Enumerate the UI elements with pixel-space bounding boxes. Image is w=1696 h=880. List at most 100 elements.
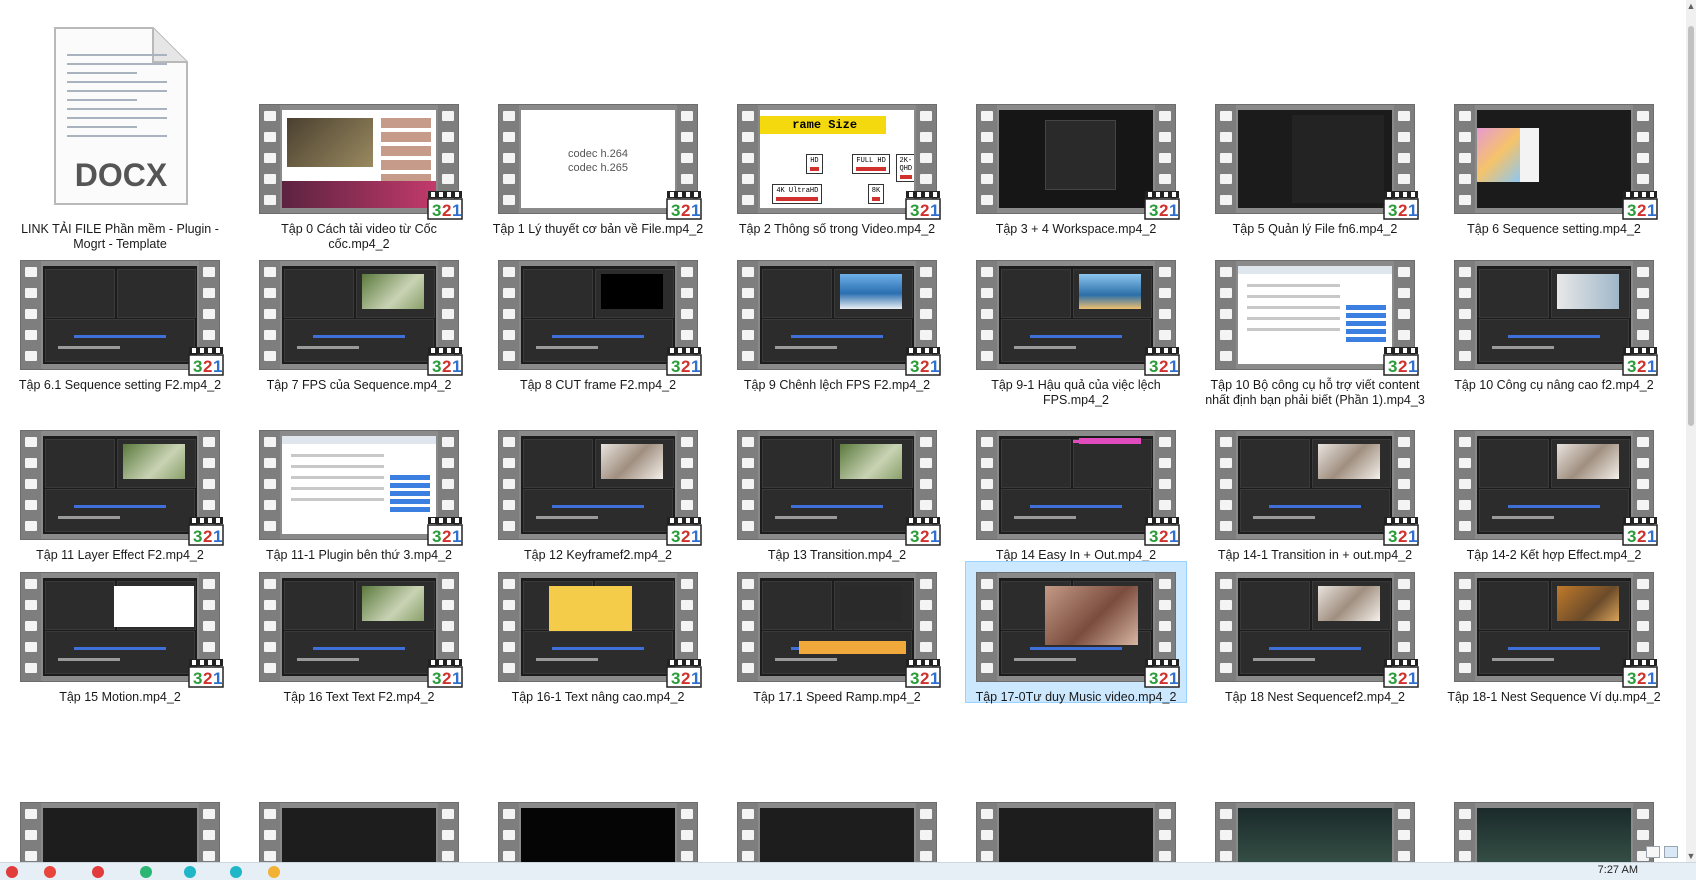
docx-label: DOCX <box>75 157 168 193</box>
app-icon[interactable] <box>230 866 242 878</box>
video-thumbnail <box>1215 802 1415 862</box>
film-hole <box>981 809 993 819</box>
video-file-item[interactable] <box>1444 802 1664 862</box>
film-hole <box>264 479 276 489</box>
resolution-box: FULL HD <box>852 154 890 174</box>
preview-image <box>1557 443 1619 480</box>
svg-text:2: 2 <box>1637 201 1646 220</box>
film-hole <box>203 809 215 819</box>
media-player-classic-badge-icon: 321 <box>188 659 224 688</box>
media-player-classic-badge-icon: 321 <box>1383 347 1419 376</box>
video-file-item[interactable]: 3 2 1 Tập 6 Sequence setting.mp4_2 <box>1444 20 1664 260</box>
film-hole <box>1220 479 1232 489</box>
svg-text:1: 1 <box>930 527 939 546</box>
video-file-item[interactable]: rame Size HD FULL HD 2K-QHD 4K UltraHD 8K 3 2 1 T… <box>727 20 947 260</box>
clock[interactable]: 7:27 AM <box>1598 864 1638 876</box>
video-frame <box>1238 578 1392 676</box>
video-file-item[interactable]: 3 2 1 Tập 16 Text Text F2.mp4_2 <box>249 564 469 730</box>
video-file-item[interactable] <box>966 802 1186 862</box>
video-file-item[interactable]: 3 2 1 Tập 17-0Tư duy Music video.mp4_2 <box>965 561 1187 704</box>
editor-panel <box>762 581 832 631</box>
film-hole <box>1459 288 1471 298</box>
preview-image <box>840 585 902 622</box>
video-file-item[interactable]: 3 2 1 Tập 10 Bộ công cụ hỗ trợ viết content… <box>1205 252 1425 418</box>
svg-text:1: 1 <box>1647 357 1656 376</box>
film-hole <box>1459 809 1471 819</box>
timeline-clip <box>790 334 884 338</box>
film-hole <box>203 267 215 277</box>
film-hole <box>442 288 454 298</box>
timeline-clip <box>1507 504 1601 508</box>
film-hole <box>264 600 276 610</box>
video-file-item[interactable]: 3 2 1 Tập 0 Cách tải video từ Cốc cốc.mp4_2 <box>249 20 469 260</box>
video-file-item[interactable]: 3 2 1 Tập 9 Chênh lệch FPS F2.mp4_2 <box>727 252 947 418</box>
preview-image <box>1318 443 1380 480</box>
timeline-clip <box>1268 646 1362 650</box>
video-file-item[interactable]: 3 2 1 Tập 5 Quản lý File fn6.mp4_2 <box>1205 20 1425 260</box>
media-player-classic-badge-icon: 321 <box>905 191 941 220</box>
film-hole <box>742 195 754 205</box>
video-file-item[interactable]: 3 2 1 Tập 16-1 Text nâng cao.mp4_2 <box>488 564 708 730</box>
film-hole <box>264 579 276 589</box>
video-file-item[interactable]: 3 2 1 Tập 9-1 Hậu quả của việc lệch FPS.mp4… <box>966 252 1186 418</box>
media-player-classic-badge-icon: 321 <box>905 659 941 688</box>
film-hole <box>1398 579 1410 589</box>
web-row <box>1247 306 1340 309</box>
film-strip-right <box>1394 803 1414 862</box>
scroll-down-arrow-icon[interactable]: ▼ <box>1686 850 1696 862</box>
svg-text:3: 3 <box>432 669 441 688</box>
scroll-up-arrow-icon[interactable]: ▲ <box>1686 0 1696 12</box>
app-icon[interactable] <box>6 866 18 878</box>
video-file-item[interactable]: 3 2 1 Tập 17.1 Speed Ramp.mp4_2 <box>727 564 947 730</box>
video-file-item[interactable] <box>727 802 947 862</box>
film-hole <box>1459 621 1471 631</box>
editor-panel <box>1291 114 1385 204</box>
film-hole <box>1459 153 1471 163</box>
video-file-item[interactable] <box>1205 802 1425 862</box>
video-frame <box>43 436 197 534</box>
folder-icon[interactable] <box>268 866 280 878</box>
film-hole <box>1459 479 1471 489</box>
chrome-icon[interactable] <box>44 866 56 878</box>
video-file-item[interactable] <box>10 802 230 862</box>
video-file-item[interactable]: 3 2 1 Tập 10 Công cụ nâng cao f2.mp4_2 <box>1444 252 1664 418</box>
timeline-clip <box>1014 516 1076 520</box>
vertical-scrollbar[interactable]: ▲ ▼ <box>1686 0 1696 862</box>
editor-panel <box>1001 439 1071 489</box>
video-file-item[interactable]: 3 2 1 Tập 3 + 4 Workspace.mp4_2 <box>966 20 1186 260</box>
film-hole <box>1398 809 1410 819</box>
details-view-icon[interactable] <box>1646 846 1660 858</box>
media-player-classic-badge-icon: 321 <box>427 517 463 546</box>
video-file-item[interactable]: 3 2 1 Tập 6.1 Sequence setting F2.mp4_2 <box>10 252 230 418</box>
svg-text:1: 1 <box>1169 669 1178 688</box>
app-icon[interactable] <box>184 866 196 878</box>
video-file-item[interactable]: 3 2 1 Tập 18-1 Nest Sequence Ví dụ.mp4_2 <box>1444 564 1664 730</box>
media-player-classic-badge-icon: 321 <box>1622 659 1658 688</box>
large-icons-view-icon[interactable] <box>1664 846 1678 858</box>
preview-image <box>1557 273 1619 310</box>
web-header <box>282 436 436 444</box>
film-hole <box>1398 330 1410 340</box>
scrollbar-thumb[interactable] <box>1688 26 1694 426</box>
timeline-clip <box>312 334 406 338</box>
app-icon[interactable] <box>140 866 152 878</box>
video-file-item[interactable]: 3 2 1 Tập 7 FPS của Sequence.mp4_2 <box>249 252 469 418</box>
video-file-item[interactable] <box>249 802 469 862</box>
timeline-panel <box>762 488 912 533</box>
video-file-item[interactable]: 3 2 1 Tập 18 Nest Sequencef2.mp4_2 <box>1205 564 1425 730</box>
film-hole <box>25 267 37 277</box>
media-player-classic-badge-icon: 321 <box>188 347 224 376</box>
film-hole <box>264 309 276 319</box>
film-hole <box>681 437 693 447</box>
video-file-item[interactable]: codec h.264 codec h.265 3 2 1 Tập 1 Lý thuyết… <box>488 20 708 260</box>
app-icon[interactable] <box>92 866 104 878</box>
file-name-label: Tập 7 FPS của Sequence.mp4_2 <box>266 378 452 392</box>
video-file-item[interactable]: 3 2 1 Tập 8 CUT frame F2.mp4_2 <box>488 252 708 418</box>
film-hole <box>203 600 215 610</box>
media-player-classic-badge-icon: 321 <box>666 659 702 688</box>
video-file-item[interactable] <box>488 802 708 862</box>
docx-file-item[interactable]: DOCX LINK TẢI FILE Phần mềm - Plugin - Mo… <box>10 20 230 260</box>
film-hole <box>1637 132 1649 142</box>
video-file-item[interactable]: 3 2 1 Tập 15 Motion.mp4_2 <box>10 564 230 730</box>
preview-image <box>601 443 663 480</box>
